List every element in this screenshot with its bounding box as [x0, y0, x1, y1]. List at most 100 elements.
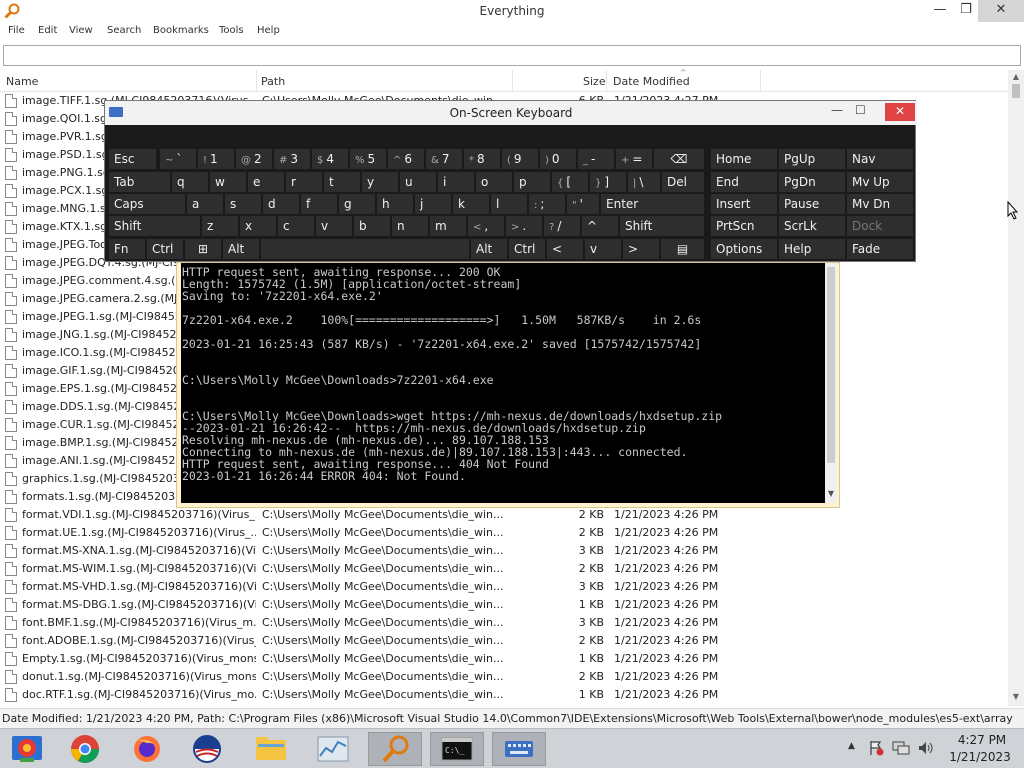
key-g[interactable]: g — [339, 194, 375, 214]
table-row[interactable]: Empty.1.sg.(MJ-CI9845203716)(Virus_mons.… — [0, 650, 760, 668]
key-backslash[interactable]: | \ — [628, 172, 660, 192]
table-row[interactable]: donut.1.sg.(MJ-CI9845203716)(Virus_mons.… — [0, 668, 760, 686]
taskbar-chrome-remote-button[interactable] — [0, 732, 54, 766]
key-l[interactable]: l — [491, 194, 527, 214]
key-up[interactable]: ^ — [582, 216, 618, 236]
key-enter[interactable]: Enter — [601, 194, 704, 214]
key-dock[interactable]: Dock — [847, 216, 913, 236]
table-row[interactable]: format.VDI.1.sg.(MJ-CI9845203716)(Virus_… — [0, 506, 760, 524]
console-scroll-thumb[interactable] — [827, 267, 835, 463]
column-divider[interactable] — [606, 70, 607, 92]
key-0[interactable]: ) 0 — [540, 149, 576, 169]
key-y[interactable]: y — [362, 172, 398, 192]
key-q[interactable]: q — [172, 172, 208, 192]
taskbar-command-prompt-button[interactable]: C:\_ — [430, 732, 484, 766]
key-b[interactable]: b — [354, 216, 390, 236]
key-period[interactable]: >. — [506, 216, 542, 236]
key-options[interactable]: Options — [711, 239, 777, 259]
taskbar-firefox-button[interactable] — [120, 732, 174, 766]
menu-help[interactable]: Help — [257, 25, 280, 36]
key-pause[interactable]: Pause — [779, 194, 845, 214]
console-scrollbar[interactable]: ▼ — [825, 263, 837, 503]
table-row[interactable]: format.UE.1.sg.(MJ-CI9845203716)(Virus_.… — [0, 524, 760, 542]
key-i[interactable]: i — [438, 172, 474, 192]
restore-button[interactable]: ❐ — [952, 0, 980, 22]
key-f[interactable]: f — [301, 194, 337, 214]
key-2[interactable]: @2 — [236, 149, 272, 169]
menu-file[interactable]: File — [8, 25, 25, 36]
column-date-modified[interactable]: Date Modified — [613, 75, 690, 88]
taskbar-chrome-button[interactable] — [58, 732, 112, 766]
key-home[interactable]: Home — [711, 149, 777, 169]
scroll-up-arrow-icon[interactable]: ▲ — [1008, 72, 1024, 81]
key-esc[interactable]: Esc — [109, 149, 156, 169]
table-row[interactable]: format.MS-WIM.1.sg.(MJ-CI9845203716)(Vi.… — [0, 560, 760, 578]
key-lctrl[interactable]: Ctrl — [147, 239, 183, 259]
key-d[interactable]: d — [263, 194, 299, 214]
vertical-scrollbar[interactable]: ▲ ▼ — [1008, 70, 1024, 706]
menu-edit[interactable]: Edit — [38, 25, 57, 36]
key-left[interactable]: < — [547, 239, 583, 259]
key-ralt[interactable]: Alt — [471, 239, 507, 259]
key-pgdn[interactable]: PgDn — [779, 172, 845, 192]
key-pgup[interactable]: PgUp — [779, 149, 845, 169]
key-comma[interactable]: <, — [468, 216, 504, 236]
key-lbracket[interactable]: {[ — [552, 172, 588, 192]
action-center-flag-icon[interactable] — [868, 740, 884, 756]
key-caps[interactable]: Caps — [109, 194, 185, 214]
key-k[interactable]: k — [453, 194, 489, 214]
key-6[interactable]: ^ 6 — [388, 149, 424, 169]
key-lshift[interactable]: Shift — [109, 216, 200, 236]
key-rshift[interactable]: Shift — [620, 216, 704, 236]
table-row[interactable]: format.MS-VHD.1.sg.(MJ-CI9845203716)(Vi.… — [0, 578, 760, 596]
key-help[interactable]: Help — [779, 239, 845, 259]
console-scroll-down-icon[interactable]: ▼ — [825, 489, 837, 498]
key-end[interactable]: End — [711, 172, 777, 192]
key-3[interactable]: #3 — [274, 149, 310, 169]
key-fade[interactable]: Fade — [847, 239, 913, 259]
clock-date[interactable]: 1/21/2023 — [946, 750, 1014, 764]
console-output[interactable]: HTTP request sent, awaiting response... … — [181, 263, 825, 503]
taskbar-osk-button[interactable] — [492, 732, 546, 766]
menu-tools[interactable]: Tools — [219, 25, 244, 36]
table-row[interactable]: font.BMF.1.sg.(MJ-CI9845203716)(Virus_m.… — [0, 614, 760, 632]
key-fn[interactable]: Fn — [109, 239, 145, 259]
clock-time[interactable]: 4:27 PM — [950, 733, 1014, 747]
key-backtick[interactable]: ~ ` — [160, 149, 196, 169]
column-divider[interactable] — [760, 70, 761, 92]
key-z[interactable]: z — [202, 216, 238, 236]
key-r[interactable]: r — [286, 172, 322, 192]
taskbar-campaign-logo-button[interactable] — [180, 732, 234, 766]
key-rbracket[interactable]: }] — [590, 172, 626, 192]
taskbar-file-explorer-button[interactable] — [244, 732, 298, 766]
key-slash[interactable]: ? / — [544, 216, 580, 236]
key-m[interactable]: m — [430, 216, 466, 236]
key-lalt[interactable]: Alt — [223, 239, 259, 259]
key-c[interactable]: c — [278, 216, 314, 236]
key-menu[interactable]: ▤ — [661, 239, 704, 259]
menu-bookmarks[interactable]: Bookmarks — [153, 25, 209, 36]
tray-overflow-chevron-icon[interactable]: ▲ — [848, 741, 855, 751]
key-space[interactable] — [261, 239, 469, 259]
key-8[interactable]: * 8 — [464, 149, 500, 169]
network-icon[interactable] — [892, 740, 910, 756]
key-mvdn[interactable]: Mv Dn — [847, 194, 913, 214]
key-7[interactable]: & 7 — [426, 149, 462, 169]
key-9[interactable]: (9 — [502, 149, 538, 169]
column-path[interactable]: Path — [261, 75, 285, 88]
key-v[interactable]: v — [316, 216, 352, 236]
key-scrlk[interactable]: ScrLk — [779, 216, 845, 236]
key-down[interactable]: v — [585, 239, 621, 259]
column-name[interactable]: Name — [6, 75, 38, 88]
key-win[interactable]: ⊞ — [185, 239, 221, 259]
key-nav[interactable]: Nav — [847, 149, 913, 169]
taskbar-everything-button[interactable] — [368, 732, 422, 766]
key-a[interactable]: a — [187, 194, 223, 214]
key-p[interactable]: p — [514, 172, 550, 192]
column-size[interactable]: Size — [583, 75, 606, 88]
menu-search[interactable]: Search — [107, 25, 141, 36]
scroll-thumb[interactable] — [1012, 84, 1020, 98]
key-u[interactable]: u — [400, 172, 436, 192]
key-semicolon[interactable]: :; — [529, 194, 565, 214]
taskbar-task-manager-button[interactable] — [306, 732, 360, 766]
